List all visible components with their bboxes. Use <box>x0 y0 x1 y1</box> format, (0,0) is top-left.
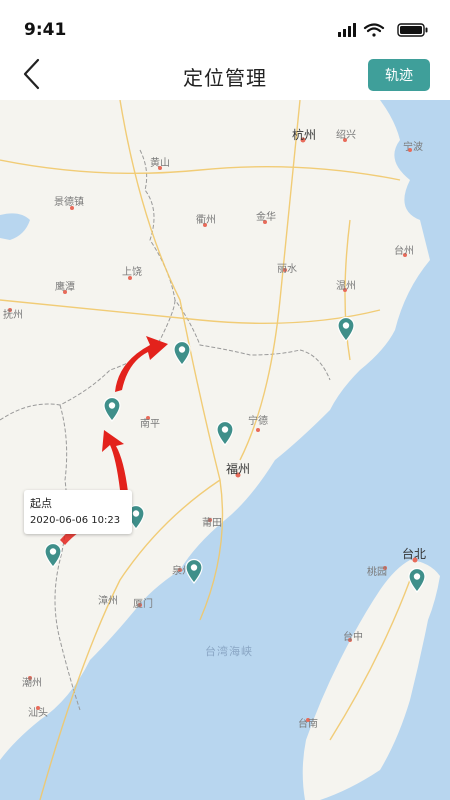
city-label: 杭州 <box>292 128 317 142</box>
city-label: 丽水 <box>277 264 297 275</box>
track-button[interactable]: 轨迹 <box>368 59 430 91</box>
location-pin-icon[interactable] <box>172 340 192 366</box>
map-view[interactable]: 杭州 绍兴 宁波 黄山 景德镇 衢州 金华 台州 上饶 丽水 温州 鹰潭 抚州 … <box>0 100 450 800</box>
city-label: 金华 <box>256 212 276 223</box>
city-label: 景德镇 <box>54 197 84 208</box>
location-pin-icon[interactable] <box>215 420 235 446</box>
city-label: 厦门 <box>133 599 153 610</box>
sea-label: 台湾海峡 <box>205 645 253 658</box>
city-label: 汕头 <box>28 708 48 719</box>
city-label: 宁波 <box>403 142 423 153</box>
city-label: 衢州 <box>196 215 216 226</box>
city-label: 台中 <box>343 632 363 643</box>
navigation-bar: 定位管理 轨迹 <box>0 48 450 100</box>
wifi-icon <box>363 23 385 37</box>
city-label: 南平 <box>140 419 160 430</box>
city-label: 莆田 <box>202 518 222 529</box>
city-label: 黄山 <box>150 158 170 169</box>
city-label: 台南 <box>298 719 318 730</box>
location-pin-icon[interactable] <box>407 567 427 593</box>
city-label: 温州 <box>336 281 356 292</box>
city-label: 潮州 <box>22 678 42 689</box>
city-label: 台州 <box>394 246 414 257</box>
city-label: 鹰潭 <box>55 282 75 293</box>
location-pin-icon[interactable] <box>102 396 122 422</box>
status-bar: 9:41 <box>0 0 450 48</box>
city-label: 福州 <box>226 462 251 476</box>
city-label: 桃园 <box>367 567 387 578</box>
callout-title: 起点 <box>30 497 52 510</box>
location-pin-icon[interactable] <box>336 316 356 342</box>
status-icons <box>338 23 428 37</box>
battery-icon <box>397 23 428 37</box>
city-label: 漳州 <box>98 596 118 607</box>
status-time: 9:41 <box>24 20 67 40</box>
callout-datetime: 2020-06-06 10:23 <box>30 515 121 526</box>
city-label: 台北 <box>402 547 427 561</box>
location-pin-icon[interactable] <box>43 542 63 568</box>
city-label: 上饶 <box>122 267 142 278</box>
city-label: 绍兴 <box>336 130 356 141</box>
location-pin-icon[interactable] <box>184 558 204 584</box>
city-label: 宁德 <box>248 416 268 427</box>
cellular-signal-icon <box>338 23 356 37</box>
start-point-callout: 起点 2020-06-06 10:23 <box>24 490 132 534</box>
